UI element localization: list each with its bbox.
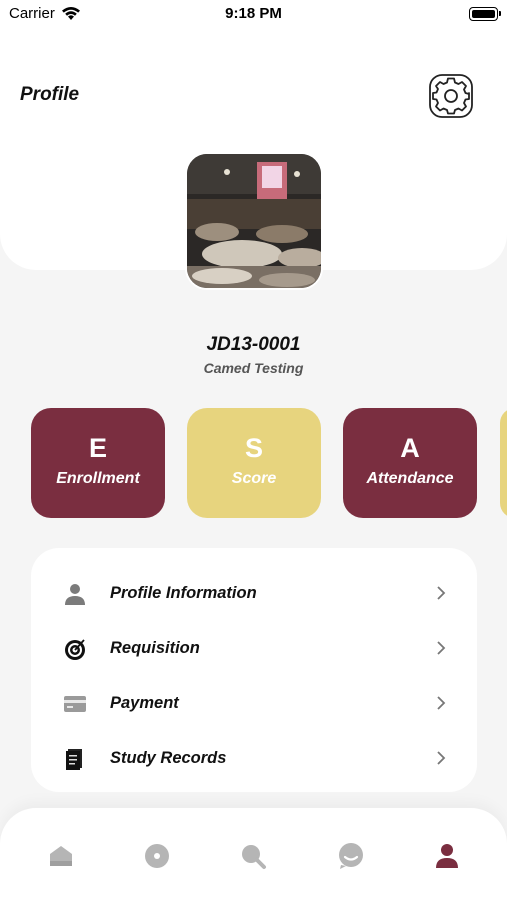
menu-item-label: Profile Information bbox=[110, 584, 257, 602]
status-bar: Carrier 9:18 PM bbox=[0, 0, 507, 30]
settings-button[interactable] bbox=[428, 73, 474, 119]
chat-icon[interactable] bbox=[336, 841, 366, 871]
avatar[interactable] bbox=[185, 152, 323, 290]
score-tile[interactable]: S Score bbox=[187, 408, 321, 518]
battery-icon bbox=[469, 7, 501, 21]
menu-card: Profile Information Requisition Payment bbox=[31, 548, 477, 792]
person-icon bbox=[65, 584, 85, 605]
student-name: Camed Testing bbox=[203, 360, 304, 376]
gear-icon bbox=[429, 74, 473, 118]
tile-label: Attendance bbox=[366, 470, 454, 487]
search-icon[interactable] bbox=[238, 841, 268, 871]
tile-letter: E bbox=[88, 433, 107, 463]
tile-letter: S bbox=[244, 433, 263, 463]
chevron-right-icon bbox=[437, 696, 446, 710]
menu-item-label: Requisition bbox=[110, 639, 200, 657]
enrollment-tile[interactable]: E Enrollment bbox=[31, 408, 165, 518]
clock: 9:18 PM bbox=[225, 5, 282, 22]
document-icon bbox=[66, 749, 82, 770]
chevron-right-icon bbox=[437, 641, 446, 655]
tile-letter: A bbox=[400, 433, 420, 463]
target-icon bbox=[65, 639, 85, 660]
menu-item-profile-information[interactable]: Profile Information bbox=[31, 570, 477, 618]
compass-icon[interactable] bbox=[142, 841, 172, 871]
tile-label: Enrollment bbox=[56, 470, 140, 487]
tile-label: Score bbox=[231, 470, 277, 487]
profile-icon[interactable] bbox=[432, 841, 462, 871]
menu-item-label: Study Records bbox=[110, 749, 227, 767]
next-tile-peek[interactable] bbox=[500, 408, 507, 518]
page-title: Profile bbox=[20, 84, 80, 105]
menu-item-study-records[interactable]: Study Records bbox=[31, 735, 477, 783]
chevron-right-icon bbox=[437, 586, 446, 600]
card-icon bbox=[64, 696, 86, 712]
tab-bar bbox=[0, 808, 507, 900]
menu-item-payment[interactable]: Payment bbox=[31, 680, 477, 728]
menu-item-label: Payment bbox=[110, 694, 179, 712]
attendance-tile[interactable]: A Attendance bbox=[343, 408, 477, 518]
chevron-right-icon bbox=[437, 751, 446, 765]
home-icon[interactable] bbox=[46, 841, 76, 871]
student-id: JD13-0001 bbox=[206, 334, 301, 355]
menu-item-requisition[interactable]: Requisition bbox=[31, 625, 477, 673]
avatar-photo bbox=[187, 154, 321, 288]
